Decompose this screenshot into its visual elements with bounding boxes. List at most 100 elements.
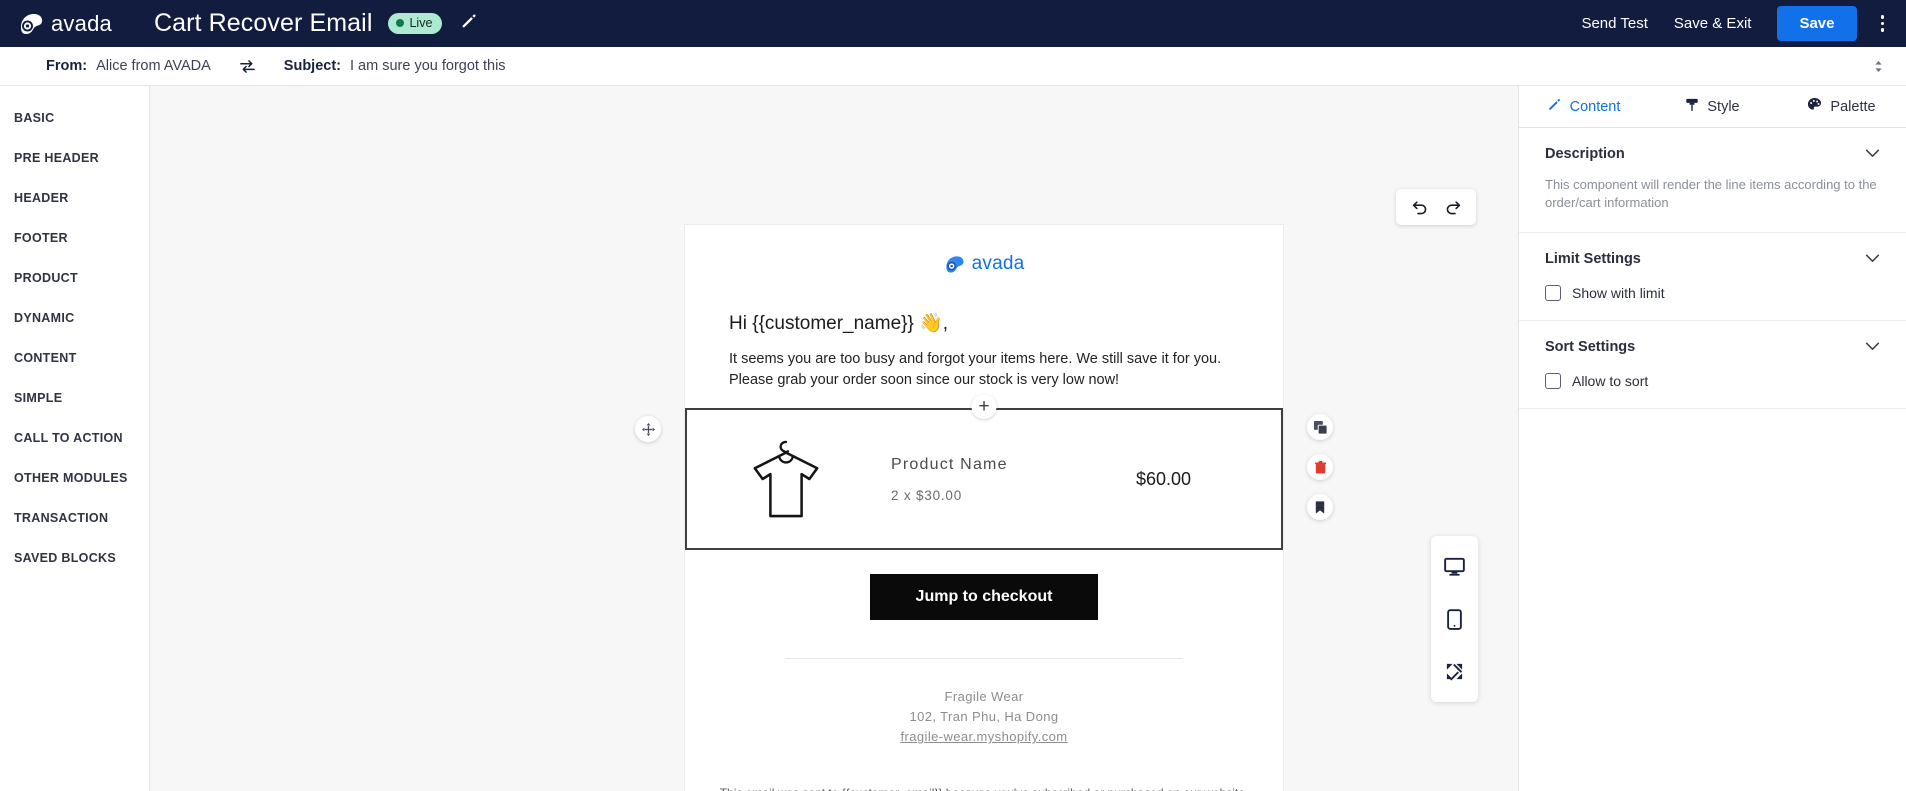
email-meta-bar: From: Alice from AVADA Subject: I am sur…: [0, 47, 1906, 86]
tab-style[interactable]: Style: [1648, 86, 1777, 127]
brand-logo[interactable]: avada: [18, 11, 112, 37]
allow-to-sort-label: Allow to sort: [1572, 372, 1649, 389]
sidebar-item-transaction[interactable]: TRANSACTION: [0, 498, 149, 538]
tshirt-hanger-icon: [711, 436, 861, 522]
email-logo: avada: [685, 225, 1283, 299]
block-actions-toolbar: [1307, 414, 1333, 521]
device-preview-toolbar: [1431, 536, 1478, 702]
cta-wrapper: Jump to checkout: [685, 550, 1283, 650]
tab-content-label: Content: [1569, 98, 1621, 115]
sidebar-item-pre-header[interactable]: PRE HEADER: [0, 138, 149, 178]
description-header[interactable]: Description: [1545, 145, 1880, 163]
subject-value[interactable]: I am sure you forgot this: [350, 58, 506, 74]
brand-name: avada: [51, 10, 112, 36]
jump-to-checkout-button[interactable]: Jump to checkout: [869, 574, 1099, 621]
move-arrows-icon[interactable]: [635, 416, 661, 443]
status-badge: Live: [388, 13, 443, 34]
chevron-down-icon[interactable]: [1865, 338, 1880, 356]
page-title: Cart Recover Email: [153, 9, 373, 37]
desktop-monitor-icon[interactable]: [1442, 554, 1468, 580]
from-value[interactable]: Alice from AVADA: [96, 58, 211, 74]
footer-store-name: Fragile Wear: [944, 689, 1024, 705]
show-with-limit-checkbox[interactable]: [1545, 284, 1561, 301]
undo-redo-toolbar: [1396, 189, 1476, 225]
trash-icon[interactable]: [1307, 454, 1333, 481]
tab-style-label: Style: [1707, 98, 1740, 115]
blocks-sidebar: BASIC PRE HEADER HEADER FOOTER PRODUCT D…: [0, 86, 150, 791]
status-badge-label: Live: [409, 16, 433, 30]
sidebar-item-header[interactable]: HEADER: [0, 178, 149, 218]
send-test-button[interactable]: Send Test: [1581, 15, 1647, 32]
sidebar-item-call-to-action[interactable]: CALL TO ACTION: [0, 418, 149, 458]
show-with-limit-row[interactable]: Show with limit: [1545, 284, 1880, 301]
email-intro-text: It seems you are too busy and forgot you…: [729, 351, 1222, 388]
email-preview: avada Hi {{customer_name}} 👋, It seems y…: [635, 225, 1333, 791]
subject-group: Subject: I am sure you forgot this: [284, 58, 506, 74]
sidebar-item-footer[interactable]: FOOTER: [0, 218, 149, 258]
bookmark-icon[interactable]: [1307, 494, 1333, 521]
avada-logo-icon: [944, 254, 965, 275]
email-editor-app: avada Cart Recover Email Live Send Test …: [0, 0, 1906, 791]
tab-content[interactable]: Content: [1519, 86, 1648, 127]
sort-settings-title: Sort Settings: [1545, 338, 1636, 355]
product-details: Product Name 2 x $30.00: [861, 456, 1136, 503]
email-logo-text: avada: [971, 253, 1025, 274]
limit-settings-section: Limit Settings Show with limit: [1519, 233, 1906, 321]
avada-logo-icon: [18, 12, 44, 36]
duplicate-icon[interactable]: [1307, 414, 1333, 441]
settings-tabs: Content Style Palette: [1519, 86, 1906, 128]
sidebar-item-saved-blocks[interactable]: SAVED BLOCKS: [0, 538, 149, 578]
tab-palette[interactable]: Palette: [1777, 86, 1906, 127]
settings-panel: Content Style Palette Description This c…: [1518, 86, 1906, 791]
limit-settings-header[interactable]: Limit Settings: [1545, 250, 1880, 268]
product-quantity-price: 2 x $30.00: [891, 487, 963, 503]
paint-roller-icon: [1685, 97, 1699, 116]
sidebar-item-simple[interactable]: SIMPLE: [0, 378, 149, 418]
sort-settings-section: Sort Settings Allow to sort: [1519, 321, 1906, 409]
fullscreen-expand-icon[interactable]: [1442, 658, 1468, 684]
sidebar-item-basic[interactable]: BASIC: [0, 98, 149, 138]
tab-palette-label: Palette: [1830, 98, 1876, 115]
product-name: Product Name: [891, 455, 1008, 473]
undo-icon[interactable]: [1404, 194, 1434, 220]
description-title: Description: [1545, 146, 1625, 162]
email-footer: Fragile Wear 102, Tran Phu, Ha Dong frag…: [685, 659, 1283, 751]
edit-title-button[interactable]: [460, 12, 478, 35]
sidebar-item-other-modules[interactable]: OTHER MODULES: [0, 458, 149, 498]
sort-updown-icon[interactable]: [1873, 59, 1884, 74]
description-section: Description This component will render t…: [1519, 128, 1906, 233]
palette-icon: [1807, 97, 1822, 116]
editor-body: BASIC PRE HEADER HEADER FOOTER PRODUCT D…: [0, 86, 1906, 791]
show-with-limit-label: Show with limit: [1572, 284, 1665, 301]
kebab-menu-icon[interactable]: [1877, 11, 1889, 36]
plus-icon[interactable]: +: [971, 394, 997, 420]
status-dot-icon: [396, 19, 405, 27]
email-greeting: Hi {{customer_name}} 👋,: [729, 313, 949, 334]
limit-settings-title: Limit Settings: [1545, 250, 1641, 267]
sidebar-item-dynamic[interactable]: DYNAMIC: [0, 298, 149, 338]
email-canvas: avada Hi {{customer_name}} 👋, It seems y…: [150, 86, 1518, 791]
sidebar-item-product[interactable]: PRODUCT: [0, 258, 149, 298]
product-total-price: $60.00: [1135, 468, 1191, 489]
footer-store-url[interactable]: fragile-wear.myshopify.com: [901, 729, 1068, 744]
allow-to-sort-checkbox[interactable]: [1545, 372, 1561, 389]
chevron-down-icon[interactable]: [1865, 145, 1880, 163]
sidebar-item-content[interactable]: CONTENT: [0, 338, 149, 378]
subject-label: Subject:: [283, 58, 341, 74]
pencil-icon: [460, 12, 478, 35]
sort-settings-header[interactable]: Sort Settings: [1545, 338, 1880, 356]
allow-to-sort-row[interactable]: Allow to sort: [1545, 372, 1880, 389]
description-text: This component will render the line item…: [1545, 177, 1877, 211]
email-legal-text: This email was sent to {{customer_email}…: [685, 752, 1283, 791]
chevron-down-icon[interactable]: [1865, 250, 1880, 268]
product-line-item-block[interactable]: Product Name 2 x $30.00 $60.00: [685, 408, 1283, 551]
redo-icon[interactable]: [1438, 194, 1468, 220]
footer-address: 102, Tran Phu, Ha Dong: [909, 709, 1059, 725]
save-button[interactable]: Save: [1777, 6, 1857, 41]
mobile-phone-icon[interactable]: [1442, 606, 1468, 632]
pencil-icon: [1547, 97, 1562, 116]
from-label: From:: [46, 58, 88, 74]
product-block-wrapper: + Product Name 2 x $30.00 $60.00: [635, 394, 1333, 551]
save-and-exit-button[interactable]: Save & Exit: [1674, 15, 1752, 32]
swap-arrows-icon[interactable]: [239, 59, 256, 74]
